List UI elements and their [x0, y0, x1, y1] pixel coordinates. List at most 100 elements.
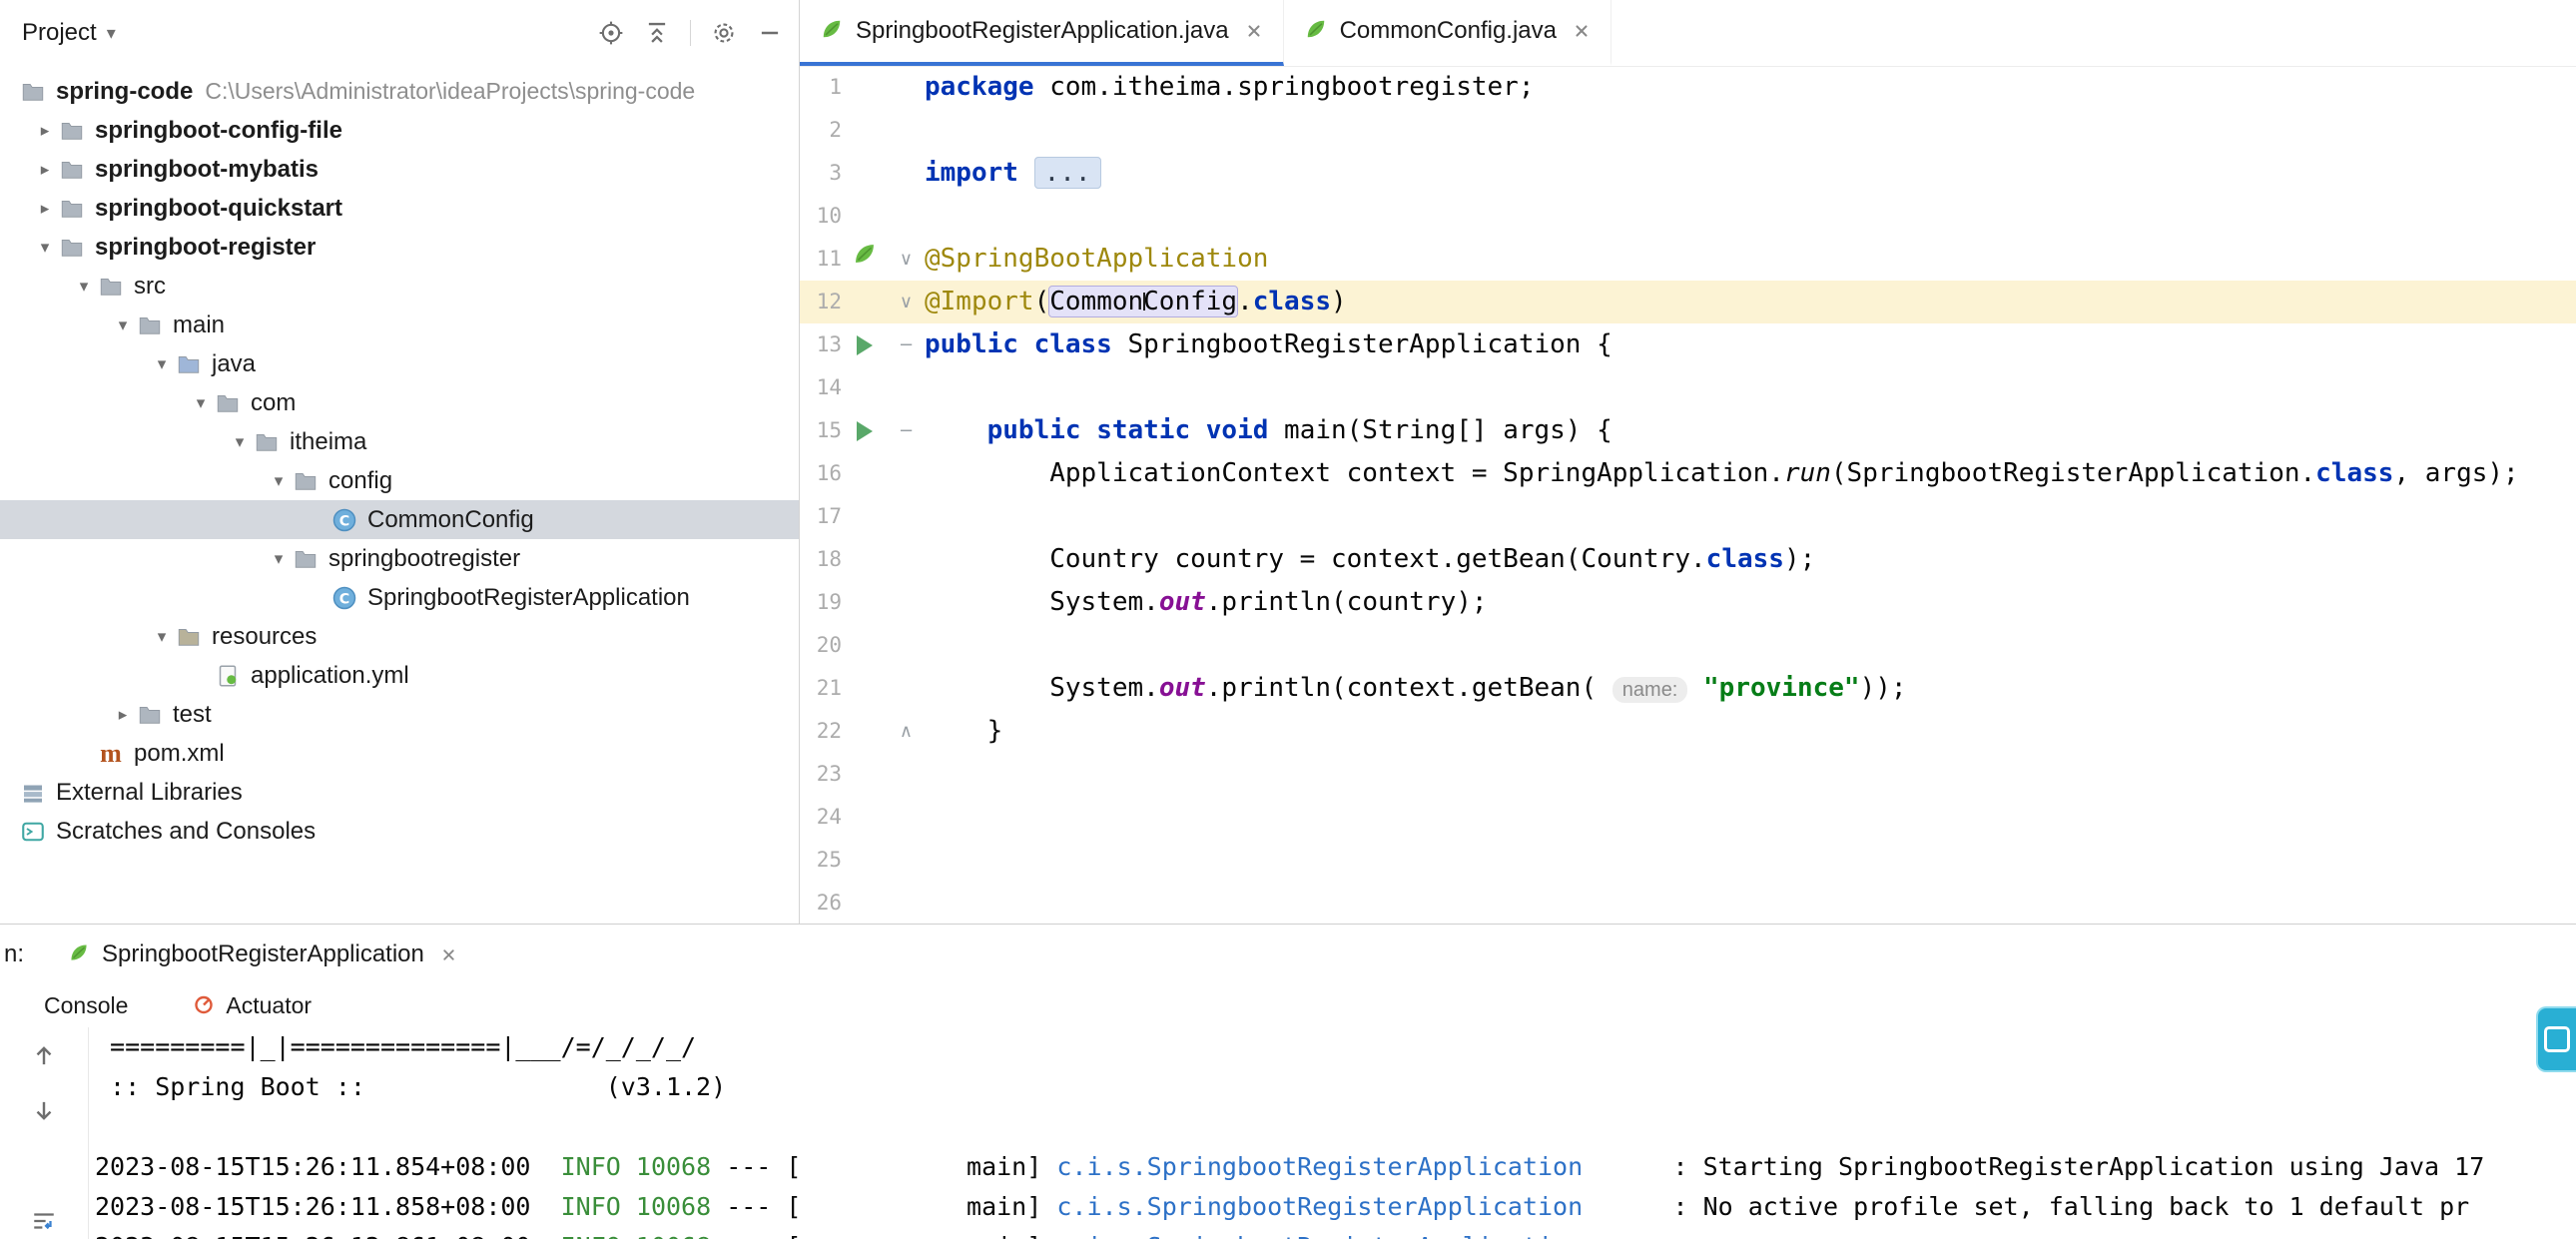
console-text: : — [1583, 1232, 1702, 1239]
gear-icon[interactable] — [711, 20, 737, 46]
gutter-cell — [842, 753, 888, 796]
locate-file-icon[interactable] — [598, 20, 624, 46]
chevron-expanded-icon[interactable]: ▾ — [111, 315, 135, 335]
editor-area: SpringbootRegisterApplication.java Commo… — [800, 0, 2576, 924]
tree-item-commonconfig[interactable]: CCommonConfig — [0, 500, 799, 539]
tab-console[interactable]: Console — [44, 992, 128, 1019]
soft-wrap-icon[interactable] — [31, 1208, 57, 1234]
fold-marker-icon[interactable]: ∨ — [888, 238, 925, 281]
code-line-19: 19 System.out.println(country); — [800, 581, 2576, 624]
log-pid: 10068 — [636, 1232, 711, 1239]
chevron-expanded-icon[interactable]: ▾ — [72, 277, 96, 297]
tree-item-springbootregisterapplication[interactable]: CSpringbootRegisterApplication — [0, 578, 799, 617]
fold-column — [888, 366, 925, 409]
chevron-expanded-icon[interactable]: ▾ — [33, 238, 57, 258]
log-pid: 10068 — [636, 1192, 711, 1221]
line-number: 11 — [800, 238, 842, 281]
code-lines: 1package com.itheima.springbootregister;… — [800, 66, 2576, 924]
line-number: 17 — [800, 495, 842, 538]
tree-item-com[interactable]: ▾com — [0, 383, 799, 422]
tree-item-springboot-quickstart[interactable]: ▸ springboot-quickstart — [0, 189, 799, 228]
tree-item-test[interactable]: ▸test — [0, 695, 799, 734]
tree-item-scratches-and-consoles[interactable]: Scratches and Consoles — [0, 812, 799, 851]
fold-marker-icon[interactable]: − — [888, 323, 925, 366]
code-token: package — [925, 72, 1034, 102]
editor-tab-bar: SpringbootRegisterApplication.java Commo… — [800, 0, 2576, 67]
code-line-16: 16 ApplicationContext context = SpringAp… — [800, 452, 2576, 495]
tree-item-java[interactable]: ▾ java — [0, 344, 799, 383]
chevron-down-icon: ▾ — [107, 23, 116, 44]
tree-item-application-yml[interactable]: application.yml — [0, 656, 799, 695]
chevron-collapsed-icon[interactable]: ▸ — [111, 705, 135, 725]
fold-column — [888, 667, 925, 710]
project-tree[interactable]: spring-codeC:\Users\Administrator\ideaPr… — [0, 66, 799, 851]
code-token: class — [2315, 458, 2393, 488]
close-icon[interactable] — [1245, 22, 1263, 40]
tree-item-spring-code[interactable]: spring-codeC:\Users\Administrator\ideaPr… — [0, 72, 799, 111]
editor-tab-commonconfig-java[interactable]: CommonConfig.java — [1284, 0, 1611, 66]
chevron-expanded-icon[interactable]: ▾ — [267, 471, 291, 491]
chevron-expanded-icon[interactable]: ▾ — [228, 432, 252, 452]
tree-item-springbootregister[interactable]: ▾springbootregister — [0, 539, 799, 578]
tab-actuator[interactable]: Actuator — [192, 991, 312, 1021]
tree-item-itheima[interactable]: ▾itheima — [0, 422, 799, 461]
scroll-down-icon[interactable] — [31, 1097, 57, 1123]
project-view-selector[interactable]: Project ▾ — [22, 19, 116, 47]
console-line: 2023-08-15T15:26:11.854+08:00 INFO 10068… — [95, 1147, 2576, 1187]
code-text — [925, 624, 2576, 667]
chevron-expanded-icon[interactable]: ▾ — [267, 549, 291, 569]
tree-item-springboot-config-file[interactable]: ▸springboot-config-file — [0, 111, 799, 150]
tree-item-src[interactable]: ▾src — [0, 267, 799, 306]
tree-item-pom-xml[interactable]: mpom.xml — [0, 734, 799, 773]
tree-item-springboot-mybatis[interactable]: ▸springboot-mybatis — [0, 150, 799, 189]
run-line-icon[interactable] — [857, 421, 873, 441]
tree-item-springboot-register[interactable]: ▾springboot-register — [0, 228, 799, 267]
fold-marker-icon[interactable]: ∧ — [888, 710, 925, 753]
tree-item-label: springboot-quickstart — [95, 195, 342, 223]
log-thread: main — [801, 1192, 1026, 1221]
run-panel-label: n: — [4, 940, 24, 968]
line-number: 10 — [800, 195, 842, 238]
folder-icon — [57, 158, 87, 182]
console-output[interactable]: =========|_|==============|___/=/_/_/_/ … — [89, 1027, 2576, 1239]
code-text — [925, 109, 2576, 152]
fold-marker-icon[interactable]: ∨ — [888, 281, 925, 323]
gutter-cell — [842, 710, 888, 753]
chevron-expanded-icon[interactable]: ▾ — [150, 627, 174, 647]
code-editor[interactable]: 1package com.itheima.springbootregister;… — [800, 66, 2576, 924]
hide-panel-icon[interactable] — [757, 20, 783, 46]
close-icon[interactable] — [440, 946, 457, 963]
tree-item-resources[interactable]: ▾resources — [0, 617, 799, 656]
console-area: =========|_|==============|___/=/_/_/_/ … — [0, 1027, 2576, 1239]
code-token: ); — [1784, 544, 1815, 574]
floating-capture-button[interactable] — [2536, 1006, 2576, 1072]
collapse-all-icon[interactable] — [644, 20, 670, 46]
tree-item-config[interactable]: ▾config — [0, 461, 799, 500]
code-token: ... — [1034, 157, 1101, 189]
console-text — [621, 1152, 636, 1181]
code-token: ) — [1331, 287, 1347, 316]
tree-item-label: java — [212, 350, 256, 378]
editor-tab-springbootregisterapplication-java[interactable]: SpringbootRegisterApplication.java — [800, 0, 1284, 66]
line-number: 2 — [800, 109, 842, 152]
class-icon: C — [329, 508, 359, 532]
chevron-collapsed-icon[interactable]: ▸ — [33, 160, 57, 180]
run-line-icon[interactable] — [857, 335, 873, 355]
tree-item-main[interactable]: ▾main — [0, 306, 799, 344]
run-configuration-tab[interactable]: SpringbootRegisterApplication — [68, 940, 457, 968]
chevron-expanded-icon[interactable]: ▾ — [150, 354, 174, 374]
project-panel-title: Project — [22, 19, 97, 47]
highlighted-identifier: CommonConfig — [1049, 287, 1237, 316]
code-token: )); — [1860, 673, 1907, 703]
scroll-up-icon[interactable] — [31, 1043, 57, 1069]
fold-marker-icon[interactable]: − — [888, 409, 925, 452]
spring-boot-run-icon[interactable] — [852, 238, 878, 281]
fold-column — [888, 538, 925, 581]
close-icon[interactable] — [1573, 22, 1591, 40]
chevron-collapsed-icon[interactable]: ▸ — [33, 121, 57, 141]
code-text: @Import(CommonConfig.class) — [925, 281, 2576, 323]
chevron-collapsed-icon[interactable]: ▸ — [33, 199, 57, 219]
chevron-expanded-icon[interactable]: ▾ — [189, 393, 213, 413]
tree-item-external-libraries[interactable]: External Libraries — [0, 773, 799, 812]
code-token: . — [1237, 287, 1253, 316]
